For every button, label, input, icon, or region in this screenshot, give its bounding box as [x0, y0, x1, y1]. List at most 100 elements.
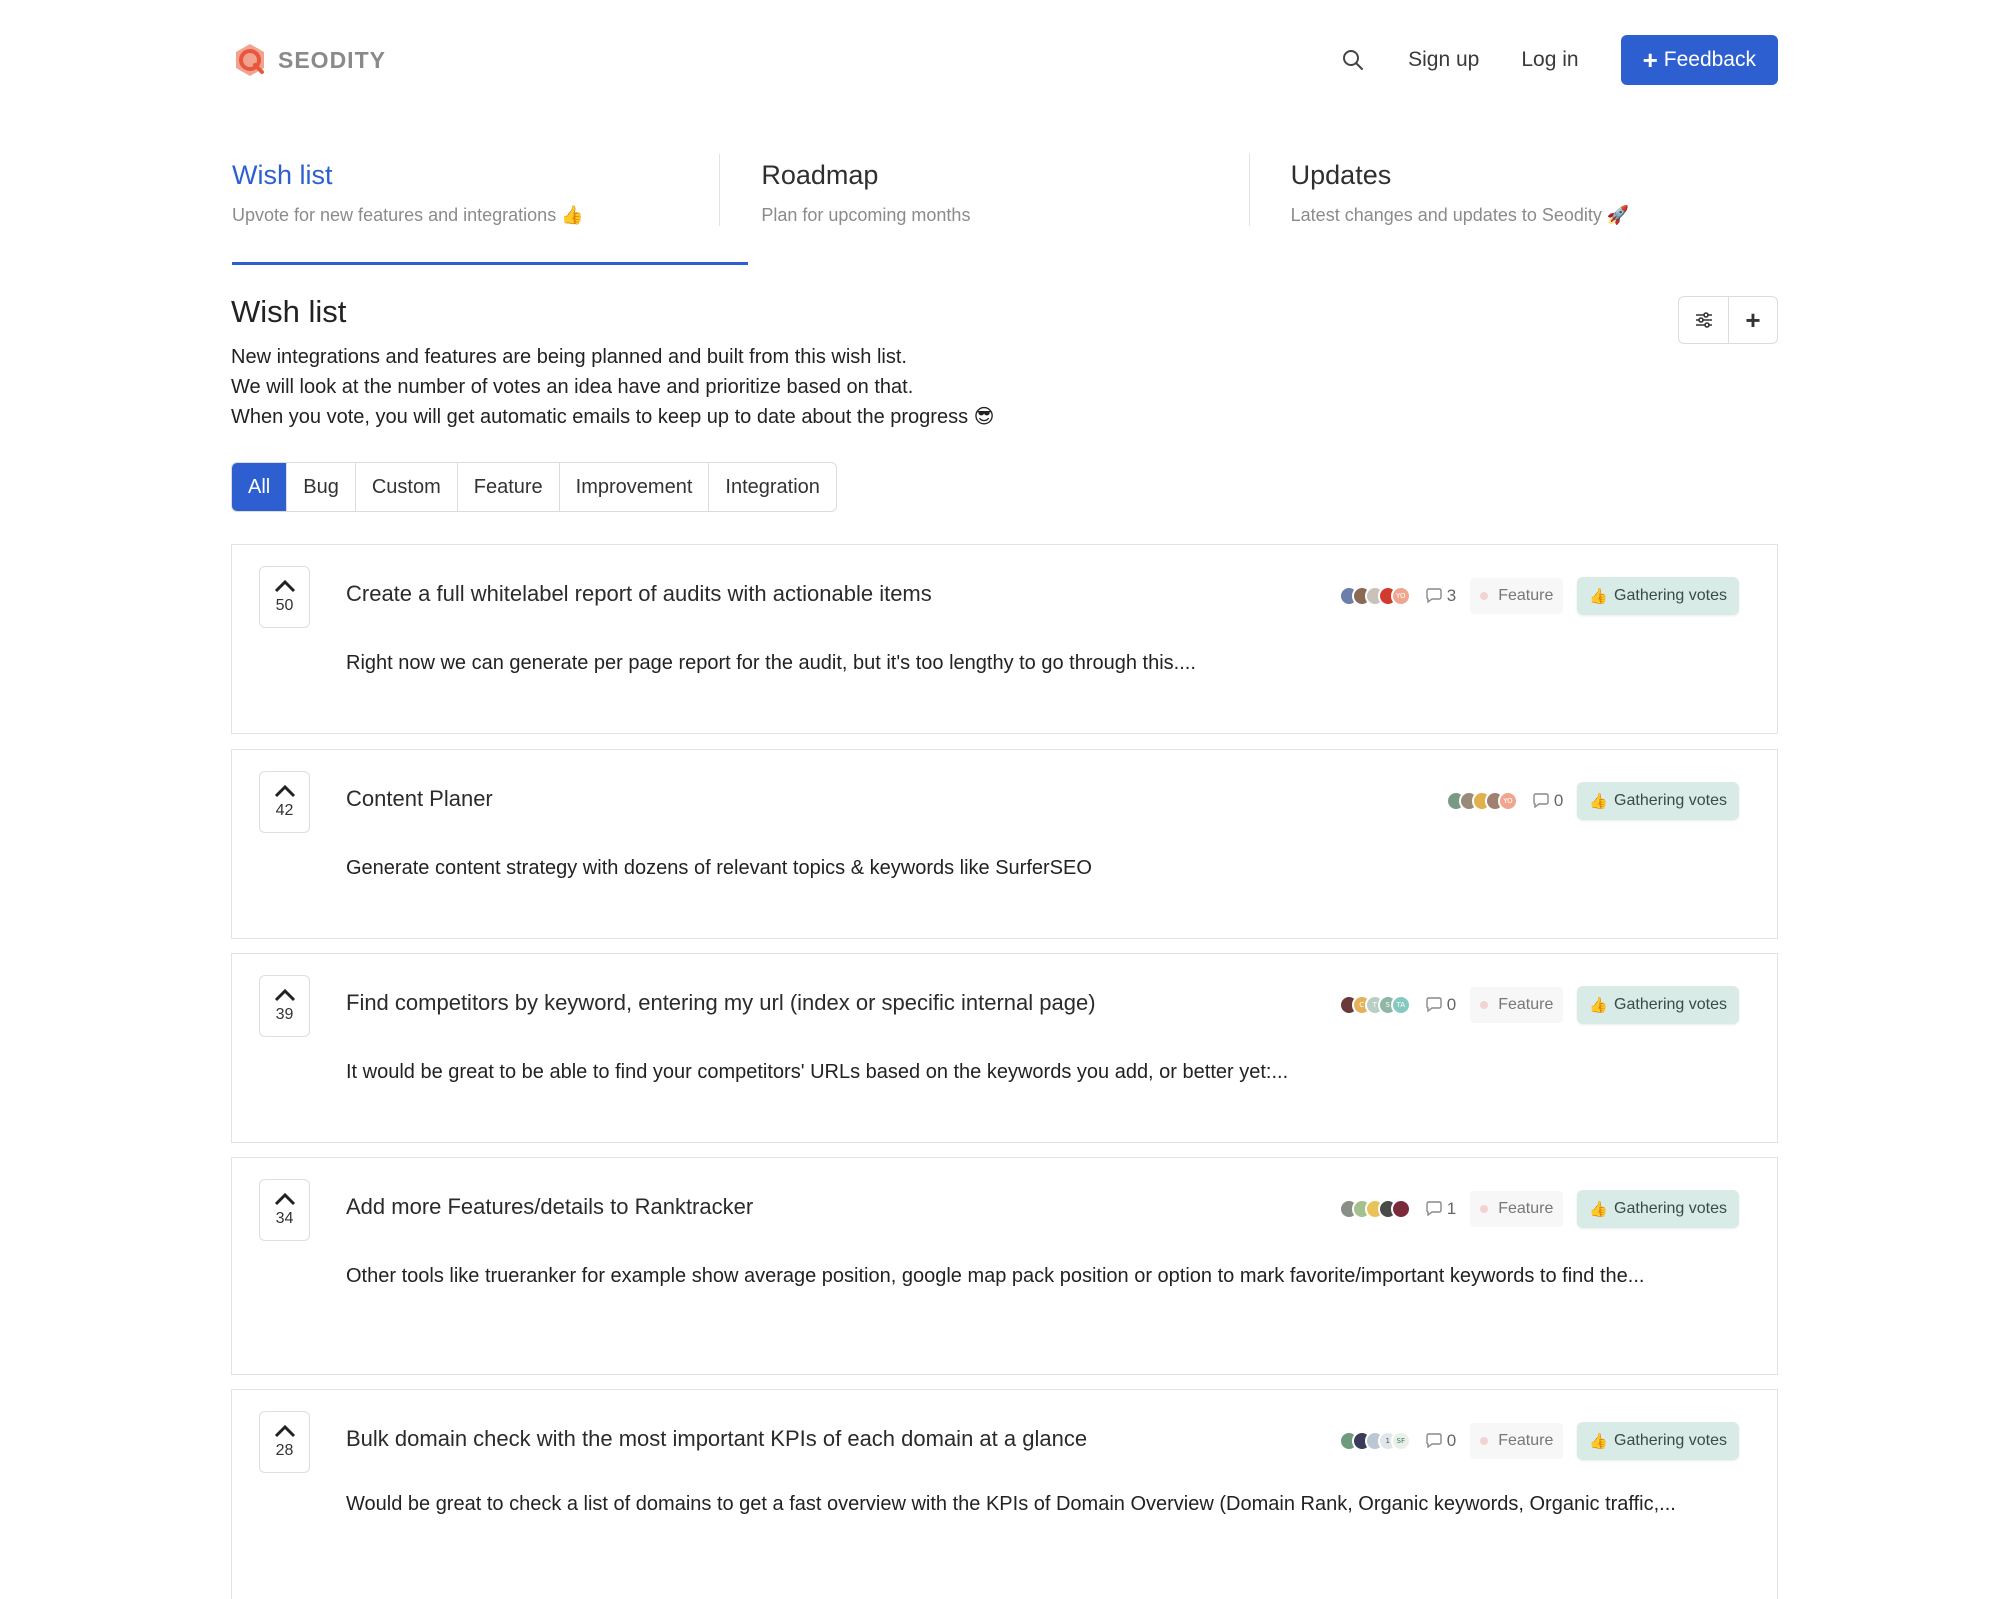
filter-integration[interactable]: Integration — [708, 463, 836, 511]
vote-count: 42 — [275, 802, 294, 819]
post-title[interactable]: Add more Features/details to Ranktracker — [346, 1194, 753, 1220]
comment-count-value: 3 — [1446, 586, 1457, 605]
status-badge: 👍 Gathering votes — [1577, 577, 1739, 615]
intro-line: We will look at the number of votes an i… — [231, 376, 914, 398]
category-dot — [1480, 592, 1489, 600]
filter-custom[interactable]: Custom — [354, 463, 457, 511]
intro-line: New integrations and features are being … — [231, 346, 907, 368]
category-label: Feature — [1498, 1432, 1554, 1449]
logo[interactable]: SEODITY — [232, 42, 386, 78]
post-card[interactable]: 50 Create a full whitelabel report of au… — [231, 544, 1778, 734]
upvote-button[interactable]: 34 — [259, 1179, 310, 1241]
comment-count-value: 1 — [1446, 1199, 1457, 1218]
post-title[interactable]: Create a full whitelabel report of audit… — [346, 581, 932, 607]
post-meta: C T S TA 0 Feature 👍 Gathering votes — [1338, 986, 1739, 1024]
voter-avatars — [1338, 1199, 1411, 1219]
vote-count: 39 — [275, 1006, 294, 1023]
voter-avatars: C T S TA — [1338, 995, 1411, 1015]
filter-feature[interactable]: Feature — [456, 463, 559, 511]
toolbar: + — [1678, 296, 1778, 344]
comment-count-value: 0 — [1446, 1431, 1457, 1450]
avatar: TA — [1390, 995, 1411, 1015]
filter-bug[interactable]: Bug — [286, 463, 355, 511]
post-description: Right now we can generate per page repor… — [346, 652, 1196, 674]
filter-improvement[interactable]: Improvement — [558, 463, 709, 511]
search-icon[interactable] — [1340, 47, 1366, 73]
category-badge: Feature — [1470, 1423, 1564, 1459]
chevron-up-icon — [274, 579, 295, 593]
upvote-button[interactable]: 39 — [259, 975, 310, 1037]
avatar: YO — [1497, 791, 1518, 811]
tab-title: Wish list — [232, 160, 333, 190]
status-label: Gathering votes — [1614, 1432, 1727, 1449]
login-link[interactable]: Log in — [1521, 48, 1578, 72]
feedback-button[interactable]: + Feedback — [1620, 35, 1778, 85]
status-badge: 👍 Gathering votes — [1577, 782, 1739, 820]
category-dot — [1480, 1001, 1489, 1009]
filter-settings-button[interactable] — [1679, 297, 1728, 343]
plus-icon: + — [1642, 45, 1658, 75]
thumbs-up-icon: 👍 — [1589, 1433, 1609, 1450]
thumbs-up-icon: 👍 — [1589, 1201, 1609, 1218]
thumbs-up-icon: 👍 — [1589, 997, 1609, 1014]
post-meta: 1 SF 0 Feature 👍 Gathering votes — [1338, 1422, 1739, 1460]
comment-count[interactable]: 3 — [1425, 586, 1456, 606]
thumbs-up-icon: 👍 — [1589, 793, 1609, 810]
chevron-up-icon — [274, 1424, 295, 1438]
post-title[interactable]: Content Planer — [346, 786, 493, 812]
comment-count[interactable]: 0 — [1532, 791, 1563, 811]
avatar: YO — [1390, 586, 1411, 606]
vote-count: 28 — [275, 1442, 294, 1459]
add-post-button[interactable]: + — [1728, 297, 1777, 343]
category-dot — [1480, 1437, 1489, 1445]
post-description: Would be great to check a list of domain… — [346, 1493, 1676, 1515]
voter-avatars: 1 SF — [1338, 1431, 1411, 1451]
upvote-button[interactable]: 28 — [259, 1411, 310, 1473]
active-tab-indicator — [232, 262, 748, 265]
avatar: SF — [1390, 1431, 1411, 1451]
intro-line: When you vote, you will get automatic em… — [231, 406, 995, 428]
post-card[interactable]: 42 Content Planer YO 0 👍 Gathering votes … — [231, 749, 1778, 939]
voter-avatars: YO — [1445, 791, 1518, 811]
post-title[interactable]: Bulk domain check with the most importan… — [346, 1426, 1087, 1452]
comment-count-value: 0 — [1553, 791, 1564, 810]
chevron-up-icon — [274, 988, 295, 1002]
comment-icon — [1426, 997, 1442, 1013]
status-badge: 👍 Gathering votes — [1577, 986, 1739, 1024]
tab-roadmap[interactable]: Roadmap Plan for upcoming months — [719, 154, 1248, 266]
post-card[interactable]: 34 Add more Features/details to Ranktrac… — [231, 1157, 1778, 1375]
comment-icon — [1426, 1433, 1442, 1449]
vote-count: 34 — [275, 1210, 294, 1227]
tab-subtitle: Latest changes and updates to Seodity 🚀 — [1290, 205, 1630, 225]
signup-link[interactable]: Sign up — [1408, 48, 1479, 72]
filter-all[interactable]: All — [232, 463, 287, 511]
post-card[interactable]: 39 Find competitors by keyword, entering… — [231, 953, 1778, 1143]
tab-subtitle: Plan for upcoming months — [761, 205, 971, 225]
intro-text: New integrations and features are being … — [231, 342, 995, 432]
tab-subtitle: Upvote for new features and integrations… — [232, 205, 584, 225]
tab-title: Roadmap — [761, 160, 879, 190]
header: SEODITY Sign up Log in + Feedback — [232, 34, 1778, 86]
thumbs-up-icon: 👍 — [1589, 588, 1609, 605]
comment-count[interactable]: 1 — [1425, 1199, 1456, 1219]
comment-count[interactable]: 0 — [1425, 995, 1456, 1015]
avatar — [1390, 1199, 1411, 1219]
status-label: Gathering votes — [1614, 996, 1727, 1013]
comment-count-value: 0 — [1446, 995, 1457, 1014]
comment-icon — [1426, 588, 1442, 604]
category-filters: All Bug Custom Feature Improvement Integ… — [231, 462, 837, 512]
chevron-up-icon — [274, 1192, 295, 1206]
post-title[interactable]: Find competitors by keyword, entering my… — [346, 990, 1096, 1016]
tab-wish-list[interactable]: Wish list Upvote for new features and in… — [232, 154, 719, 266]
upvote-button[interactable]: 50 — [259, 566, 310, 628]
upvote-button[interactable]: 42 — [259, 771, 310, 833]
post-card[interactable]: 28 Bulk domain check with the most impor… — [231, 1389, 1778, 1599]
comment-icon — [1533, 793, 1549, 809]
post-meta: YO 0 👍 Gathering votes — [1445, 782, 1739, 820]
plus-icon: + — [1745, 304, 1761, 335]
comment-count[interactable]: 0 — [1425, 1431, 1456, 1451]
brand-name: SEODITY — [278, 46, 386, 73]
tab-updates[interactable]: Updates Latest changes and updates to Se… — [1248, 154, 1778, 266]
tab-divider — [719, 154, 721, 226]
logo-icon — [236, 44, 264, 76]
